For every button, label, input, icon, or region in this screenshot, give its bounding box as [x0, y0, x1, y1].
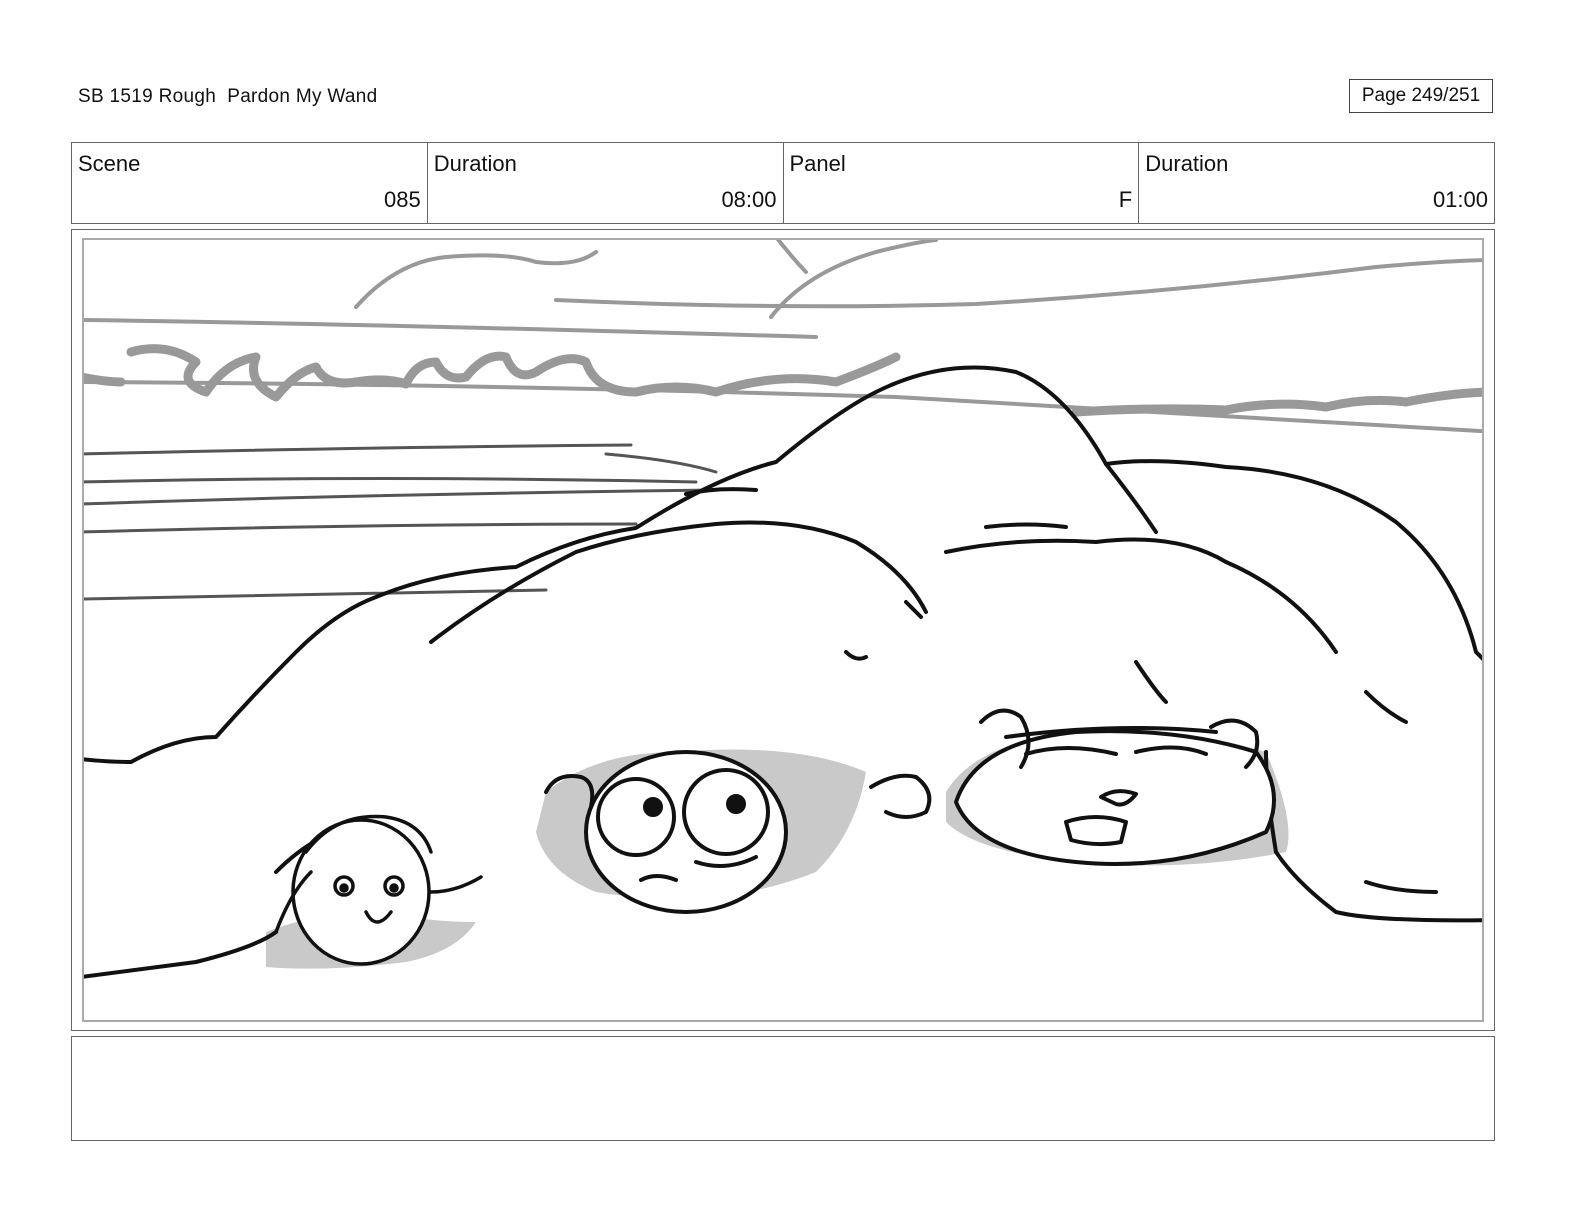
scene-duration-value: 08:00 — [721, 187, 777, 212]
scene-duration-cell: Duration 08:00 — [428, 143, 784, 223]
scene-duration-label: Duration — [433, 151, 517, 176]
panel-duration-cell: Duration 01:00 — [1139, 143, 1494, 223]
ground-lines — [84, 443, 718, 601]
panel-duration-value: 01:00 — [1432, 187, 1488, 212]
document-title: SB 1519 Rough Pardon My Wand — [78, 86, 378, 107]
scene-info-row: Scene 085 Duration 08:00 Panel F Duratio… — [71, 142, 1495, 224]
panel-duration-label: Duration — [1145, 151, 1229, 176]
scene-value: 085 — [384, 187, 421, 212]
panel-notes-box[interactable] — [71, 1036, 1495, 1141]
scene-label: Scene — [78, 151, 141, 176]
scene-cell: Scene 085 — [72, 143, 428, 223]
background-sky-strokes — [84, 240, 1482, 339]
page-indicator: Page 249/251 — [1349, 79, 1493, 113]
panel-value: F — [1118, 187, 1133, 212]
panel-cell: Panel F — [784, 143, 1140, 223]
storyboard-panel-frame — [71, 229, 1495, 1031]
storyboard-panel — [82, 238, 1484, 1022]
panel-label: Panel — [789, 151, 846, 176]
background-scribble — [84, 344, 1482, 417]
character-right — [954, 708, 1276, 866]
storyboard-drawing — [84, 240, 1482, 979]
